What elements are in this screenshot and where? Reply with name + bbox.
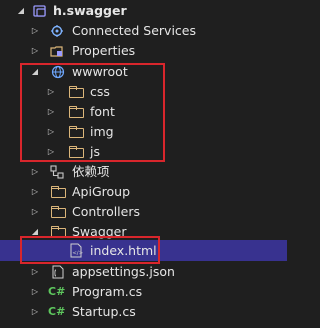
folder-icon [51,186,66,198]
tree-item-label: Connected Services [72,23,196,38]
tree-item-label: Properties [72,43,136,58]
csharp-project-icon [33,4,47,18]
chevron-right-icon[interactable]: ▷ [30,21,40,41]
chevron-right-icon[interactable]: ▷ [30,202,40,222]
json-file-icon [51,265,65,279]
annotation-box-wwwroot [20,63,165,162]
tree-item-properties[interactable]: ▷ Properties [0,41,287,61]
tree-item-controllers[interactable]: ▷ Controllers [0,202,287,222]
tree-item-apigroup[interactable]: ▷ ApiGroup [0,182,287,202]
chevron-right-icon[interactable]: ▷ [30,182,40,202]
chevron-right-icon[interactable]: ▷ [30,282,40,302]
properties-icon [50,44,64,58]
annotation-box-index-html [20,236,160,264]
connected-services-icon [50,24,64,38]
folder-icon [51,206,66,218]
chevron-right-icon[interactable]: ▷ [30,41,40,61]
tree-item-label: Controllers [72,204,140,219]
tree-item-connected-services[interactable]: ▷ Connected Services [0,21,287,41]
chevron-down-icon[interactable]: ◢ [16,1,26,21]
tree-item-startup-cs[interactable]: ▷ C# Startup.cs [0,302,287,322]
tree-item-appsettings[interactable]: ▷ appsettings.json [0,262,287,282]
tree-item-label: 依赖项 [72,164,110,179]
dependencies-icon [50,165,64,179]
tree-item-label: Program.cs [72,284,143,299]
tree-item-program-cs[interactable]: ▷ C# Program.cs [0,282,287,302]
chevron-right-icon[interactable]: ▷ [30,262,40,282]
solution-explorer-tree: ◢ h.swagger ▷ Connected Services ▷ Prope… [0,0,287,328]
tree-item-dependencies[interactable]: ▷ 依赖项 [0,162,287,182]
chevron-right-icon[interactable]: ▷ [30,302,40,322]
tree-item-label: h.swagger [53,3,127,18]
tree-item-project[interactable]: ◢ h.swagger [0,1,287,21]
tree-item-label: Startup.cs [72,304,136,319]
tree-item-label: appsettings.json [72,264,175,279]
csharp-file-icon: C# [48,285,66,298]
tree-item-label: ApiGroup [72,184,131,199]
csharp-file-icon: C# [48,305,66,318]
chevron-right-icon[interactable]: ▷ [30,162,40,182]
